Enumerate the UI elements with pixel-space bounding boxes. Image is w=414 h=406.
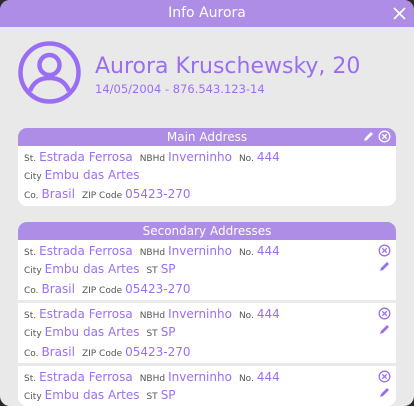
remove-icon[interactable] [378, 370, 391, 383]
number-value: 444 [256, 370, 280, 384]
number-value: 444 [256, 150, 280, 164]
street-row: St. Estrada Ferrosa NBHd Inverninho No. 444 [24, 150, 280, 164]
zip-label: ZIP Code [81, 286, 123, 296]
city-row: City Embu das Artes ST SP [24, 262, 176, 276]
street-label: St. [24, 374, 37, 384]
number-label: No. [238, 154, 254, 164]
neighborhood-value: Inverninho [168, 307, 232, 321]
state-value: SP [160, 325, 176, 339]
country-value: Brasil [41, 187, 75, 201]
country-row: Co. Brasil ZIP Code 05423-270 [24, 282, 191, 296]
city-row: City Embu das Artes [24, 168, 139, 182]
city-label: City [24, 392, 42, 402]
zip-value: 05423-270 [125, 187, 191, 201]
street-row: St. Estrada Ferrosa NBHd Inverninho No. 444 [24, 244, 280, 258]
street-row: St. Estrada Ferrosa NBHd Inverninho No. 444 [24, 370, 280, 384]
zip-value: 05423-270 [125, 345, 191, 359]
neighborhood-label: NBHd [139, 311, 166, 321]
remove-icon[interactable] [378, 130, 391, 143]
city-value: Embu das Artes [44, 262, 140, 276]
close-icon[interactable] [392, 6, 407, 21]
info-window: Info Aurora Aurora Kruschewsky, 20 14/05… [0, 0, 414, 406]
number-label: No. [238, 248, 254, 258]
secondary-addresses-header: Secondary Addresses [18, 222, 396, 240]
state-label: ST [146, 266, 158, 276]
city-value: Embu das Artes [44, 388, 140, 402]
neighborhood-value: Inverninho [168, 244, 232, 258]
list-item: St. Estrada Ferrosa NBHd Inverninho No. 444 C… [18, 303, 396, 363]
state-label: ST [146, 392, 158, 402]
city-row: City Embu das Artes ST SP [24, 388, 176, 402]
pencil-icon[interactable] [378, 386, 391, 399]
number-value: 444 [256, 244, 280, 258]
city-value: Embu das Artes [44, 168, 140, 182]
neighborhood-label: NBHd [139, 248, 166, 258]
number-label: No. [238, 374, 254, 384]
remove-icon[interactable] [378, 307, 391, 320]
street-value: Estrada Ferrosa [39, 370, 133, 384]
list-item: St. Estrada Ferrosa NBHd Inverninho No. 444 C… [18, 240, 396, 300]
city-label: City [24, 172, 42, 182]
number-label: No. [238, 311, 254, 321]
secondary-addresses-title: Secondary Addresses [142, 224, 272, 238]
street-value: Estrada Ferrosa [39, 150, 133, 164]
city-label: City [24, 266, 42, 276]
city-value: Embu das Artes [44, 325, 140, 339]
state-label: ST [146, 329, 158, 339]
number-value: 444 [256, 307, 280, 321]
street-value: Estrada Ferrosa [39, 244, 133, 258]
secondary-addresses-card: Secondary Addresses St. Estrada Ferrosa NB… [18, 222, 396, 406]
main-address-header: Main Address [18, 128, 396, 146]
neighborhood-value: Inverninho [168, 150, 232, 164]
street-row: St. Estrada Ferrosa NBHd Inverninho No. 444 [24, 307, 280, 321]
country-value: Brasil [41, 345, 75, 359]
country-row: Co. Brasil ZIP Code 05423-270 [24, 345, 191, 359]
neighborhood-value: Inverninho [168, 370, 232, 384]
main-address-title: Main Address [166, 130, 248, 144]
state-value: SP [160, 388, 176, 402]
street-label: St. [24, 248, 37, 258]
remove-icon[interactable] [378, 244, 391, 257]
main-address-card: Main Address St. Estrada Ferrosa NBHd Inver… [18, 128, 396, 206]
country-label: Co. [24, 349, 39, 359]
user-avatar-icon [17, 40, 82, 105]
list-item: St. Estrada Ferrosa NBHd Inverninho No. 444 C… [18, 366, 396, 406]
title-bar: Info Aurora [0, 0, 414, 27]
country-label: Co. [24, 191, 39, 201]
zip-label: ZIP Code [81, 191, 123, 201]
profile-name: Aurora Kruschewsky, 20 [95, 54, 361, 79]
pencil-icon[interactable] [378, 260, 391, 273]
street-label: St. [24, 154, 37, 164]
state-value: SP [160, 262, 176, 276]
city-label: City [24, 329, 42, 339]
country-row: Co. Brasil ZIP Code 05423-270 [24, 187, 191, 201]
street-label: St. [24, 311, 37, 321]
country-value: Brasil [41, 282, 75, 296]
window-title: Info Aurora [168, 5, 246, 21]
pencil-icon[interactable] [378, 323, 391, 336]
neighborhood-label: NBHd [139, 374, 166, 384]
pencil-icon[interactable] [362, 130, 375, 143]
street-value: Estrada Ferrosa [39, 307, 133, 321]
zip-value: 05423-270 [125, 282, 191, 296]
country-label: Co. [24, 286, 39, 296]
profile-details: 14/05/2004 - 876.543.123-14 [95, 82, 265, 96]
neighborhood-label: NBHd [139, 154, 166, 164]
city-row: City Embu das Artes ST SP [24, 325, 176, 339]
zip-label: ZIP Code [81, 349, 123, 359]
